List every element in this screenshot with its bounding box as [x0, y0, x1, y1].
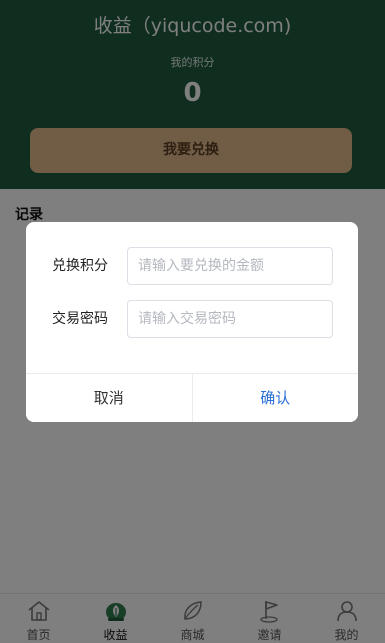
- exchange-amount-input[interactable]: [127, 247, 333, 285]
- exchange-points-row: 兑换积分: [26, 247, 358, 285]
- confirm-button[interactable]: 确认: [192, 374, 358, 422]
- trade-password-label: 交易密码: [52, 311, 108, 327]
- cancel-button[interactable]: 取消: [26, 374, 193, 422]
- dialog-footer: 取消 确认: [26, 373, 358, 422]
- exchange-dialog: 兑换积分 交易密码 取消 确认: [26, 222, 358, 422]
- trade-password-input[interactable]: [127, 300, 333, 338]
- exchange-points-label: 兑换积分: [52, 258, 108, 274]
- trade-password-row: 交易密码: [26, 300, 358, 338]
